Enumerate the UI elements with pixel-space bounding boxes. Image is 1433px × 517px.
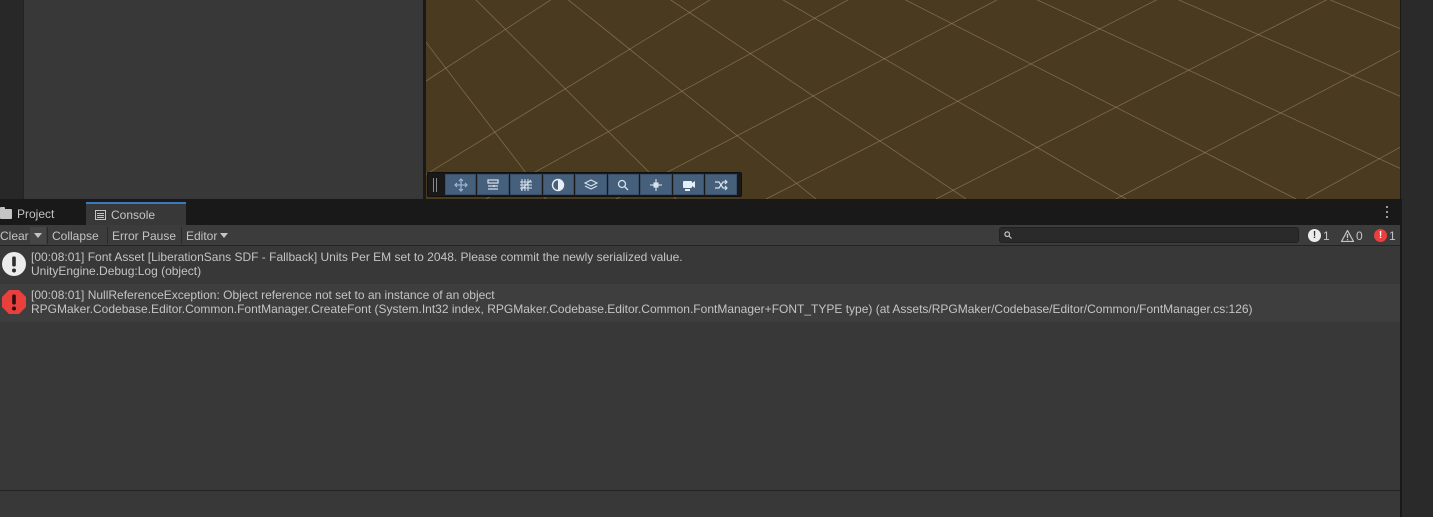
search-icon [1004,231,1012,239]
collapse-button[interactable]: Collapse [50,227,106,244]
shuffle-icon [715,179,729,190]
warning-count-toggle[interactable]: 0 [1337,227,1367,244]
error-count-toggle[interactable]: ! 1 [1370,227,1400,244]
move-tool-button[interactable] [444,174,477,195]
right-dock-strip [1400,0,1433,199]
toggle-tool-button[interactable] [477,174,510,195]
search-icon [618,179,629,190]
right-dock-strip-lower [1400,199,1433,517]
scene-overlay-toolbar [427,172,742,197]
error-icon [2,290,26,314]
error-pause-button[interactable]: Error Pause [110,227,180,244]
editor-dropdown-label: Editor [186,228,218,243]
error-count: 1 [1389,228,1396,243]
toolbar-divider [107,227,108,244]
log-message: [00:08:01] NullReferenceException: Objec… [31,288,495,302]
shading-icon [552,178,565,191]
editor-dropdown[interactable]: Editor [184,227,232,244]
gizmo-tool-button[interactable] [640,174,672,195]
tab-console-label: Console [111,207,156,222]
console-search-field[interactable] [999,227,1299,243]
shuffle-tool-button[interactable] [705,174,737,195]
more-options-icon[interactable] [1382,205,1392,219]
grid-tool-button[interactable] [510,174,542,195]
chevron-down-icon [34,233,42,238]
toolbar-divider [181,227,182,244]
log-stacktrace: RPGMaker.Codebase.Editor.Common.FontMana… [31,302,1253,316]
camera-tool-button[interactable] [672,174,705,195]
folder-icon [0,206,12,219]
log-message: [00:08:01] Font Asset [LiberationSans SD… [31,250,683,264]
info-count: 1 [1323,228,1330,243]
info-count-toggle[interactable]: ! 1 [1304,227,1334,244]
search-tool-button[interactable] [607,174,640,195]
unity-editor-window: Project Console Clear Collapse Error Pau… [0,0,1433,517]
tab-console[interactable]: Console [86,202,186,225]
log-entry[interactable]: [00:08:01] NullReferenceException: Objec… [0,284,1400,322]
bottom-tab-bar: Project Console [0,199,1400,225]
log-detail-pane [0,490,1400,517]
tab-project[interactable]: Project [0,202,84,225]
warning-count: 0 [1356,228,1363,243]
console-toolbar: Clear Collapse Error Pause Editor ! 1 0 … [0,225,1400,246]
grid-icon [519,178,532,191]
info-icon: ! [1308,229,1321,242]
move-tool-icon [453,177,468,192]
log-entry[interactable]: [00:08:01] Font Asset [LiberationSans SD… [0,246,1400,284]
shading-tool-button[interactable] [542,174,575,195]
clear-button[interactable]: Clear [0,227,29,244]
gizmo-icon [650,178,663,191]
layers-icon [583,178,599,190]
tab-project-label: Project [17,206,55,221]
toolbar-grip-handle[interactable] [431,176,439,194]
camera-icon [682,180,695,191]
console-log-list: [00:08:01] Font Asset [LiberationSans SD… [0,246,1400,490]
chevron-down-icon [220,233,229,238]
left-dock-strip [0,0,23,199]
console-icon [95,209,106,220]
clear-dropdown-button[interactable] [30,227,46,244]
toolbar-divider [47,227,48,244]
log-stacktrace: UnityEngine.Debug:Log (object) [31,264,202,278]
hierarchy-panel [23,0,423,199]
warning-icon [1341,229,1354,242]
info-icon [2,252,26,276]
scene-grid [426,0,1400,199]
layers-tool-button[interactable] [575,174,607,195]
scene-view[interactable] [426,0,1400,199]
search-input[interactable] [1016,229,1286,241]
toggle-icon [487,178,499,190]
error-icon: ! [1374,229,1387,242]
